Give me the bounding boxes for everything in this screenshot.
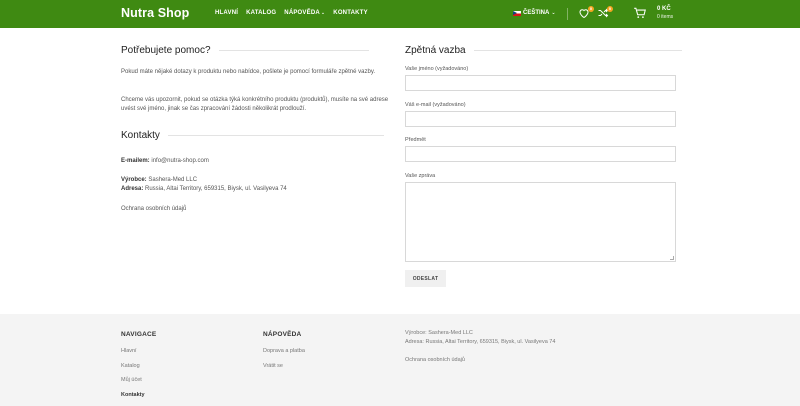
site-header: Nutra Shop HLAVNÍ KATALOG NÁPOVĚDA⌄ KONT… (0, 0, 800, 28)
email-link[interactable]: info@nutra-shop.com (151, 158, 208, 164)
resize-grip-icon[interactable] (670, 256, 674, 260)
footer-link-contacts[interactable]: Kontakty (121, 392, 145, 398)
contacts-section-title: Kontakty (121, 130, 384, 141)
subject-input[interactable] (405, 146, 676, 162)
footer-link-shipping[interactable]: Doprava a platba (263, 348, 305, 354)
title-divider (218, 50, 369, 51)
cart-items-count: 0 items (657, 14, 674, 20)
name-field-label: Vaše jméno (vyžadováno) (405, 66, 469, 72)
wishlist-count-badge: 0 (588, 6, 594, 12)
language-label: ČEŠTINA (523, 10, 550, 16)
cart-icon (634, 7, 646, 18)
producer-value: Sashera-Med LLC (148, 177, 198, 183)
nav-item-help-label: NÁPOVĚDA (284, 10, 320, 16)
footer-link-catalog[interactable]: Katalog (121, 363, 140, 369)
address-label: Adresa: (121, 186, 144, 192)
address-value: Russia, Altai Territory, 659315, Biysk, … (145, 186, 287, 192)
help-section-title: Potřebujete pomoc? (121, 45, 369, 56)
language-switcher[interactable]: ČEŠTINA ⌄ (513, 10, 556, 16)
contact-address-line: Adresa: Russia, Altai Territory, 659315,… (121, 185, 287, 194)
producer-label: Výrobce: (121, 177, 147, 183)
contact-email-line: E-mailem: info@nutra-shop.com (121, 157, 209, 166)
contacts-title: Kontakty (121, 130, 160, 141)
subject-field-label: Předmět (405, 137, 426, 143)
message-field-label: Vaše zpráva (405, 173, 436, 179)
help-text-1: Pokud máte nějaké dotazy k produktu nebo… (121, 69, 376, 75)
footer-nav-title: NAVIGACE (121, 331, 157, 338)
compare-count-badge: 0 (607, 6, 613, 12)
cart-total[interactable]: 0 KČ (657, 6, 671, 12)
footer-privacy-link[interactable]: Ochrana osobních údajů (405, 357, 465, 363)
contact-producer-line: Výrobce: Sashera-Med LLC (121, 176, 197, 185)
nav-item-catalog[interactable]: KATALOG (246, 10, 276, 16)
email-input[interactable] (405, 111, 676, 127)
chevron-down-icon: ⌄ (551, 10, 556, 16)
site-footer: NAVIGACE Hlavní Katalog Můj účet Kontakt… (0, 314, 800, 406)
footer-link-account[interactable]: Můj účet (121, 377, 142, 383)
wishlist-button[interactable]: 0 (578, 6, 594, 21)
czech-flag-icon (513, 10, 521, 16)
compare-button[interactable]: 0 (597, 6, 613, 21)
feedback-title: Zpětná vazba (405, 45, 466, 56)
privacy-link[interactable]: Ochrana osobních údajů (121, 205, 186, 214)
submit-button[interactable]: ODESLAT (405, 270, 446, 287)
footer-producer: Výrobce: Sashera-Med LLC (405, 330, 473, 336)
footer-help-title: NÁPOVĚDA (263, 331, 302, 338)
footer-address: Adresa: Russia, Altai Territory, 659315,… (405, 339, 556, 345)
cart-button[interactable] (633, 6, 649, 22)
chevron-down-icon: ⌄ (320, 10, 326, 16)
header-divider (567, 8, 568, 20)
title-divider (473, 50, 682, 51)
help-title: Potřebujete pomoc? (121, 45, 211, 56)
footer-link-returns[interactable]: Vrátit se (263, 363, 283, 369)
email-field-label: Váš e-mail (vyžadováno) (405, 102, 466, 108)
name-input[interactable] (405, 75, 676, 91)
nav-item-contacts[interactable]: KONTAKTY (333, 10, 368, 16)
help-text-2: Chceme vás upozornit, pokud se otázka tý… (121, 97, 389, 112)
message-textarea[interactable] (405, 182, 676, 262)
nav-item-home[interactable]: HLAVNÍ (215, 10, 238, 16)
title-divider (167, 135, 384, 136)
main-nav: HLAVNÍ KATALOG NÁPOVĚDA⌄ KONTAKTY (215, 10, 368, 16)
email-label: E-mailem: (121, 158, 150, 164)
nav-item-help[interactable]: NÁPOVĚDA⌄ (284, 10, 325, 16)
site-logo[interactable]: Nutra Shop (121, 6, 189, 20)
footer-link-home[interactable]: Hlavní (121, 348, 137, 354)
feedback-section-title: Zpětná vazba (405, 45, 682, 56)
